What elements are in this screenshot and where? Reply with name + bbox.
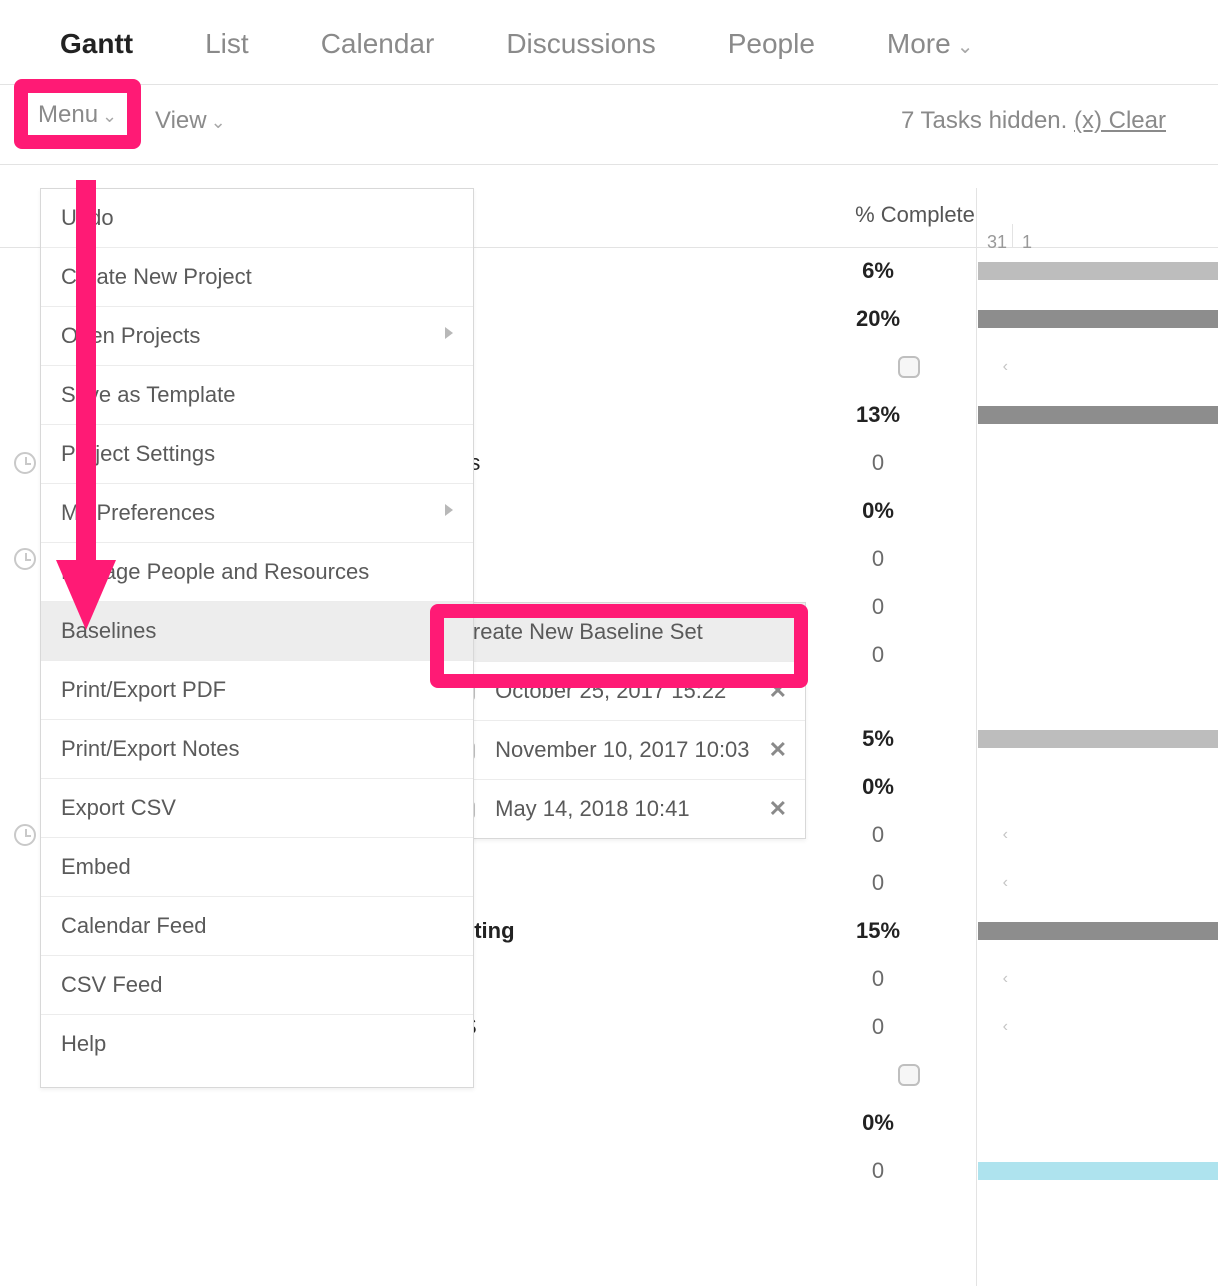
baseline-date: October 25, 2017 15:22 — [495, 678, 726, 703]
menu-item-create-project[interactable]: Create New Project — [41, 248, 473, 307]
view-dropdown-button[interactable]: View⌄ — [155, 107, 226, 135]
col-percent-complete: % Complete — [855, 202, 975, 228]
clear-hidden-link[interactable]: (x) Clear — [1074, 107, 1166, 134]
menu-item-label: My Preferences — [61, 500, 215, 525]
menu-item-baselines[interactable]: Baselines — [41, 602, 473, 661]
menu-item-help[interactable]: Help — [41, 1015, 473, 1087]
chevron-left-icon: ‹ — [1003, 874, 1008, 892]
gantt-bar[interactable] — [978, 922, 1218, 940]
menu-item-preferences[interactable]: My Preferences — [41, 484, 473, 543]
percent-complete-value: 0% — [818, 498, 938, 524]
percent-complete-value: 0% — [818, 774, 938, 800]
chevron-down-icon: ⌄ — [211, 112, 226, 132]
chevron-left-icon: ‹ — [1003, 358, 1008, 376]
top-tabs: Gantt List Calendar Discussions People M… — [0, 0, 1218, 85]
tab-discussions[interactable]: Discussions — [506, 28, 655, 60]
menu-item-project-settings[interactable]: Project Settings — [41, 425, 473, 484]
percent-complete-value: 0 — [818, 594, 938, 620]
submenu-arrow-icon — [445, 504, 453, 516]
percent-complete-value: 0% — [818, 1110, 938, 1136]
chevron-left-icon: ‹ — [1003, 1018, 1008, 1036]
submenu-create-baseline[interactable]: Create New Baseline Set — [439, 603, 805, 662]
clock-icon — [14, 452, 36, 474]
delete-baseline-icon[interactable]: ✕ — [769, 796, 787, 822]
clock-icon — [14, 824, 36, 846]
percent-complete-value: 0 — [818, 1014, 938, 1040]
delete-baseline-icon[interactable]: ✕ — [769, 678, 787, 704]
tab-gantt[interactable]: Gantt — [60, 28, 133, 60]
hidden-tasks-info: 7 Tasks hidden. (x) Clear — [901, 107, 1166, 135]
view-label: View — [155, 107, 207, 134]
menu-item-embed[interactable]: Embed — [41, 838, 473, 897]
percent-complete-value: 0 — [818, 1158, 938, 1184]
tab-more-label: More — [887, 28, 951, 59]
task-row[interactable]: 0 — [0, 1148, 1218, 1196]
baseline-date: May 14, 2018 10:41 — [495, 796, 689, 821]
menu-item-print-pdf[interactable]: Print/Export PDF — [41, 661, 473, 720]
percent-complete-value: 6% — [818, 258, 938, 284]
tab-people[interactable]: People — [728, 28, 815, 60]
menu-dropdown: Undo Create New Project Open Projects Sa… — [40, 188, 474, 1088]
toolbar: Menu⌄ View⌄ 7 Tasks hidden. (x) Clear — [0, 85, 1218, 165]
gantt-bar[interactable] — [978, 1162, 1218, 1180]
submenu-baseline-item[interactable]: May 14, 2018 10:41 ✕ — [439, 780, 805, 838]
percent-complete-value: 13% — [818, 402, 938, 428]
baselines-submenu: Create New Baseline Set October 25, 2017… — [438, 602, 806, 839]
delete-baseline-icon[interactable]: ✕ — [769, 737, 787, 763]
percent-complete-value: 20% — [818, 306, 938, 332]
submenu-arrow-icon — [445, 327, 453, 339]
percent-complete-value: 0 — [818, 450, 938, 476]
chevron-down-icon: ⌄ — [957, 36, 974, 58]
tab-list[interactable]: List — [205, 28, 249, 60]
percent-complete-value: 5% — [818, 726, 938, 752]
gantt-bar[interactable] — [978, 262, 1218, 280]
chevron-left-icon: ‹ — [1003, 826, 1008, 844]
menu-item-undo[interactable]: Undo — [41, 189, 473, 248]
gantt-bar[interactable] — [978, 406, 1218, 424]
tab-calendar[interactable]: Calendar — [321, 28, 435, 60]
task-row[interactable]: 0% — [0, 1100, 1218, 1148]
menu-item-print-notes[interactable]: Print/Export Notes — [41, 720, 473, 779]
percent-complete-value: 0 — [818, 822, 938, 848]
menu-item-export-csv[interactable]: Export CSV — [41, 779, 473, 838]
menu-dropdown-button[interactable]: Menu⌄ — [14, 79, 141, 149]
submenu-baseline-item[interactable]: October 25, 2017 15:22 ✕ — [439, 662, 805, 721]
tab-more[interactable]: More ⌄ — [887, 28, 974, 60]
percent-complete-value: 0 — [818, 546, 938, 572]
menu-label: Menu — [38, 101, 98, 128]
menu-item-calendar-feed[interactable]: Calendar Feed — [41, 897, 473, 956]
task-checkbox[interactable] — [898, 1064, 920, 1086]
menu-item-label: Open Projects — [61, 323, 200, 348]
task-checkbox[interactable] — [898, 356, 920, 378]
percent-complete-value: 0 — [818, 870, 938, 896]
gantt-bar[interactable] — [978, 730, 1218, 748]
chevron-down-icon: ⌄ — [102, 106, 117, 126]
clock-icon — [14, 548, 36, 570]
chevron-left-icon: ‹ — [1003, 970, 1008, 988]
submenu-baseline-item[interactable]: November 10, 2017 10:03 ✕ — [439, 721, 805, 780]
hidden-tasks-text: 7 Tasks hidden. — [901, 107, 1074, 134]
divider — [1012, 224, 1013, 247]
menu-item-save-template[interactable]: Save as Template — [41, 366, 473, 425]
menu-item-csv-feed[interactable]: CSV Feed — [41, 956, 473, 1015]
percent-complete-value: 15% — [818, 918, 938, 944]
menu-item-manage-people[interactable]: Manage People and Resources — [41, 543, 473, 602]
gantt-bar[interactable] — [978, 310, 1218, 328]
percent-complete-value: 0 — [818, 642, 938, 668]
percent-complete-value: 0 — [818, 966, 938, 992]
menu-item-open-projects[interactable]: Open Projects — [41, 307, 473, 366]
baseline-date: November 10, 2017 10:03 — [495, 737, 749, 762]
